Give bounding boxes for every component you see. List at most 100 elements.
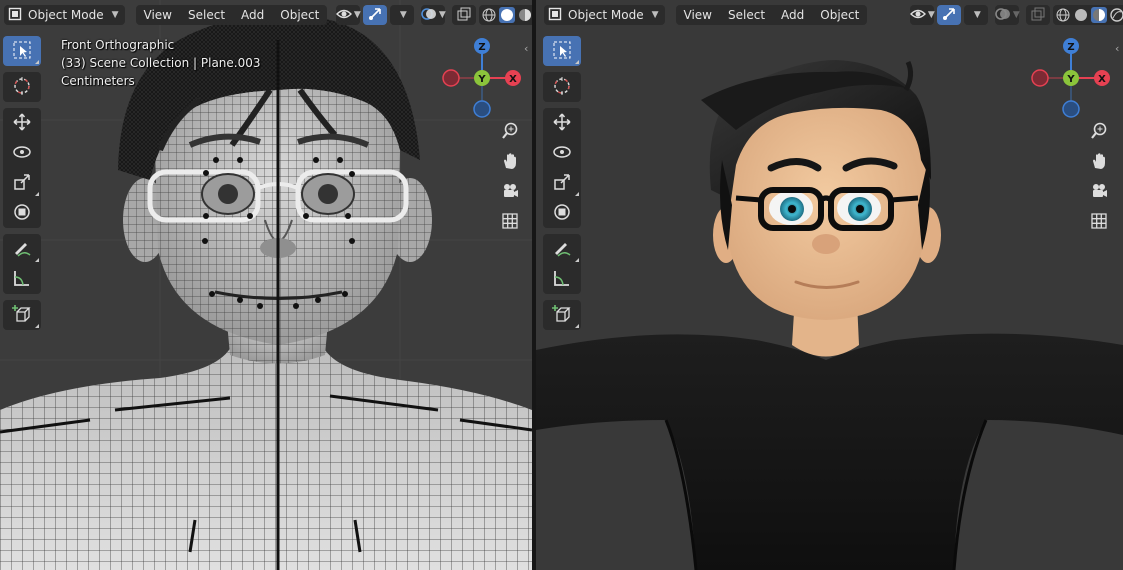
move-tool[interactable] <box>3 108 41 138</box>
rotate-tool[interactable] <box>3 138 41 168</box>
view-name: Front Orthographic <box>61 38 175 52</box>
camera-view-button[interactable] <box>498 180 522 204</box>
add-cube-tool[interactable] <box>543 300 581 330</box>
zoom-button[interactable] <box>1087 120 1111 144</box>
navigation-gizmo[interactable]: Z X Y <box>440 36 530 120</box>
menu-object[interactable]: Object <box>812 5 867 25</box>
ortho-toggle-button[interactable] <box>498 210 522 234</box>
scale-tool[interactable] <box>543 168 581 198</box>
object-mode-icon <box>8 7 22 24</box>
chevron-down-icon: ▼ <box>438 10 446 20</box>
pan-hand-icon <box>501 152 519 173</box>
xray-toggle-button[interactable] <box>1026 5 1051 25</box>
tool-options-corner <box>575 192 579 196</box>
tool-options-corner <box>35 192 39 196</box>
overlays-dropdown[interactable]: ▼ <box>995 5 1020 25</box>
left-viewport[interactable]: Object Mode ▼ View Select Add Object ▼ ▼… <box>0 0 532 570</box>
gizmo-neg-x-axis[interactable] <box>442 69 460 87</box>
menu-add[interactable]: Add <box>773 5 812 25</box>
gizmo-toggle-button[interactable] <box>363 5 388 25</box>
ortho-toggle-button[interactable] <box>1087 210 1111 234</box>
zoom-button[interactable] <box>498 120 522 144</box>
gizmo-icon <box>368 7 382 24</box>
material-shading-icon[interactable] <box>1091 7 1108 23</box>
navigation-gizmo[interactable]: Z X Y <box>1029 36 1119 120</box>
visibility-dropdown[interactable]: ▼ <box>335 5 361 25</box>
gizmo-x-label: X <box>509 74 517 85</box>
tool-options-corner <box>575 324 579 328</box>
cursor-tool[interactable] <box>3 72 41 102</box>
menu-add[interactable]: Add <box>233 5 272 25</box>
select-box-icon <box>12 40 32 63</box>
wireframe-shading-icon[interactable] <box>1055 7 1071 23</box>
gizmo-dropdown[interactable]: ▼ <box>390 5 415 25</box>
rotate-icon <box>12 142 32 165</box>
chevron-down-icon: ▼ <box>927 10 935 20</box>
cursor-icon <box>12 76 32 99</box>
chevron-down-icon: ▼ <box>399 10 407 20</box>
gizmo-x-label: X <box>1098 74 1106 85</box>
add-cube-tool[interactable] <box>3 300 41 330</box>
zoom-icon <box>1090 122 1108 143</box>
units-label: Centimeters <box>61 74 135 88</box>
header-menus: View Select Add Object <box>675 5 868 25</box>
annotate-tool[interactable] <box>3 234 41 264</box>
sidebar-expand-arrow-icon[interactable]: ‹ <box>1115 42 1119 55</box>
xray-icon <box>1031 7 1045 24</box>
menu-view[interactable]: View <box>676 5 720 25</box>
select-box-tool[interactable] <box>543 36 581 66</box>
menu-select[interactable]: Select <box>180 5 233 25</box>
gizmo-dropdown[interactable]: ▼ <box>964 5 989 25</box>
gizmo-neg-z-axis[interactable] <box>473 100 491 118</box>
scale-tool[interactable] <box>3 168 41 198</box>
menu-object[interactable]: Object <box>272 5 327 25</box>
transform-tool[interactable] <box>543 198 581 228</box>
move-icon <box>12 112 32 135</box>
cursor-icon <box>552 76 572 99</box>
transform-tool[interactable] <box>3 198 41 228</box>
annotate-tool[interactable] <box>543 234 581 264</box>
xray-toggle-button[interactable] <box>452 5 477 25</box>
solid-shading-icon[interactable] <box>499 7 516 23</box>
material-shading-icon[interactable] <box>517 7 532 23</box>
menu-select[interactable]: Select <box>720 5 773 25</box>
tool-options-corner <box>35 60 39 64</box>
rotate-icon <box>552 142 572 165</box>
measure-tool[interactable] <box>543 264 581 294</box>
gizmo-neg-x-axis[interactable] <box>1031 69 1049 87</box>
gizmo-y-label: Y <box>477 74 486 85</box>
pan-button[interactable] <box>1087 150 1111 174</box>
scale-icon <box>12 172 32 195</box>
sidebar-expand-arrow-icon[interactable]: ‹ <box>524 42 528 55</box>
visibility-dropdown[interactable]: ▼ <box>909 5 935 25</box>
gizmo-icon <box>942 7 956 24</box>
menu-view[interactable]: View <box>136 5 180 25</box>
header-menus: View Select Add Object <box>135 5 328 25</box>
wireframe-shading-icon[interactable] <box>481 7 497 23</box>
object-mode-dropdown[interactable]: Object Mode ▼ <box>544 5 665 25</box>
measure-tool[interactable] <box>3 264 41 294</box>
chevron-down-icon: ▼ <box>651 10 659 20</box>
select-box-tool[interactable] <box>3 36 41 66</box>
cursor-tool[interactable] <box>543 72 581 102</box>
move-icon <box>552 112 572 135</box>
pan-button[interactable] <box>498 150 522 174</box>
gizmo-neg-z-axis[interactable] <box>1062 100 1080 118</box>
overlays-dropdown[interactable]: ▼ <box>421 5 446 25</box>
gizmo-z-label: Z <box>478 42 485 53</box>
annotate-icon <box>12 238 32 261</box>
object-mode-dropdown[interactable]: Object Mode ▼ <box>4 5 125 25</box>
camera-view-button[interactable] <box>1087 180 1111 204</box>
gizmo-z-label: Z <box>1067 42 1074 53</box>
add-cube-icon <box>552 304 572 327</box>
move-tool[interactable] <box>543 108 581 138</box>
gizmo-toggle-button[interactable] <box>937 5 962 25</box>
eye-icon <box>335 7 352 24</box>
rendered-shading-icon[interactable] <box>1109 7 1123 23</box>
rotate-tool[interactable] <box>543 138 581 168</box>
shading-mode-group <box>479 5 532 25</box>
right-viewport[interactable]: Object Mode ▼ View Select Add Object ▼ ▼… <box>536 0 1123 570</box>
grid-icon <box>1090 212 1108 233</box>
chevron-down-icon: ▼ <box>111 10 119 20</box>
solid-shading-icon[interactable] <box>1073 7 1089 23</box>
